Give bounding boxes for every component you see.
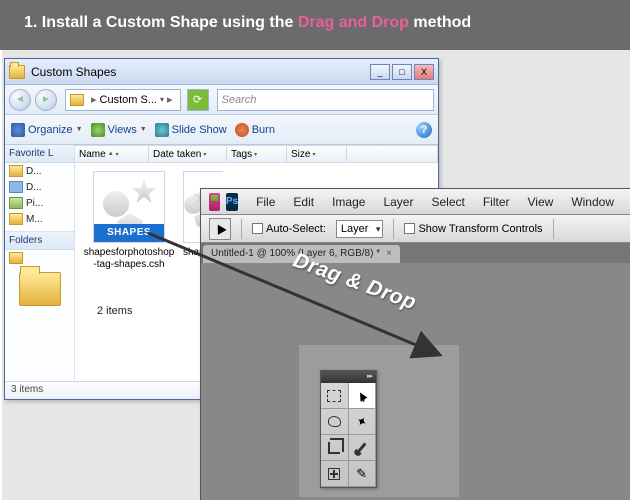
auto-select-option[interactable]: Auto-Select:: [252, 223, 326, 235]
col-spacer: [347, 146, 438, 162]
explorer-toolbar: Organize▼ Views▼ Slide Show Burn ?: [5, 115, 438, 145]
slideshow-icon: [155, 123, 169, 137]
checkbox[interactable]: [252, 223, 263, 234]
forward-button[interactable]: ►: [35, 89, 57, 111]
shapes-badge: SHAPES: [94, 224, 164, 242]
back-button[interactable]: ◄: [9, 89, 31, 111]
lasso-tool[interactable]: [321, 409, 349, 435]
col-date[interactable]: Date taken▾: [149, 146, 227, 162]
breadcrumb[interactable]: ▸ Custom S... ▾ ▸: [65, 89, 181, 111]
help-button[interactable]: ?: [416, 122, 432, 138]
auto-select-dropdown[interactable]: Layer: [336, 220, 384, 238]
brush-tool[interactable]: ✎: [349, 461, 377, 487]
explorer-sidebar: Favorite L D... D... Pi... M... Folders: [5, 145, 75, 381]
marquee-icon: [327, 390, 341, 402]
active-tool-icon[interactable]: [209, 218, 231, 240]
header-accent: Drag and Drop: [298, 14, 409, 31]
menu-window[interactable]: Window: [563, 193, 622, 211]
folders-header[interactable]: Folders: [5, 232, 74, 250]
menu-view[interactable]: View: [520, 193, 562, 211]
maximize-button[interactable]: □: [392, 64, 412, 80]
music-icon: [9, 213, 23, 225]
views-menu[interactable]: Views▼: [91, 123, 147, 137]
ps-options-bar: Auto-Select: Layer Show Transform Contro…: [201, 215, 630, 243]
eyedropper-icon: [357, 442, 367, 453]
photoshop-window: Ps File Edit Image Layer Select Filter V…: [200, 188, 630, 500]
burn-button[interactable]: Burn: [235, 123, 275, 137]
favorites-header[interactable]: Favorite L: [5, 145, 74, 163]
crop-tool[interactable]: [321, 435, 349, 461]
sidebar-item[interactable]: D...: [5, 179, 74, 195]
ps-document-tabs: Untitled-1 @ 100% (Layer 6, RGB/8) *×: [201, 243, 630, 263]
folder-icon: [9, 252, 23, 264]
close-tab-icon[interactable]: ×: [386, 248, 392, 259]
file-thumbnail: SHAPES: [93, 171, 165, 243]
tree-item[interactable]: [5, 250, 74, 266]
file-name: shapesforphotoshop-tag-shapes.csh: [83, 247, 175, 271]
tools-panel-header[interactable]: [321, 371, 376, 383]
menu-layer[interactable]: Layer: [375, 193, 421, 211]
refresh-button[interactable]: ⟳: [187, 89, 209, 111]
crop-icon: [328, 442, 340, 454]
folder-icon[interactable]: [19, 272, 61, 306]
wand-tool[interactable]: ✦: [349, 409, 377, 435]
photoshop-logo: Ps: [226, 193, 238, 211]
sidebar-item[interactable]: M...: [5, 211, 74, 227]
views-icon: [91, 123, 105, 137]
menu-file[interactable]: File: [248, 193, 283, 211]
sidebar-item[interactable]: D...: [5, 163, 74, 179]
winrar-icon: [209, 193, 220, 211]
file-item[interactable]: SHAPES shapesforphotoshop-tag-shapes.csh: [83, 171, 175, 271]
folder-icon: [9, 165, 23, 177]
menu-edit[interactable]: Edit: [285, 193, 322, 211]
header-suffix: method: [409, 14, 471, 31]
move-tool[interactable]: [349, 383, 377, 409]
marquee-tool[interactable]: [321, 383, 349, 409]
explorer-nav: ◄ ► ▸ Custom S... ▾ ▸ ⟳ Search: [5, 85, 438, 115]
pictures-icon: [9, 197, 23, 209]
col-size[interactable]: Size▾: [287, 146, 347, 162]
menu-filter[interactable]: Filter: [475, 193, 518, 211]
crumb-label: Custom S...: [100, 94, 157, 106]
minimize-button[interactable]: _: [370, 64, 390, 80]
column-headers: Name▲▾ Date taken▾ Tags▾ Size▾: [75, 145, 438, 163]
tutorial-header: 1. Install a Custom Shape using the Drag…: [0, 0, 630, 50]
wand-icon: ✦: [353, 412, 370, 431]
folder-icon: [9, 65, 25, 79]
crumb-sep: ▸: [167, 93, 173, 106]
explorer-titlebar[interactable]: Custom Shapes _ □ X: [5, 59, 438, 85]
heal-tool[interactable]: [321, 461, 349, 487]
crumb-sep: ▸: [91, 93, 97, 106]
close-button[interactable]: X: [414, 64, 434, 80]
col-name[interactable]: Name▲▾: [75, 146, 149, 162]
lasso-icon: [328, 416, 341, 427]
menu-select[interactable]: Select: [423, 193, 472, 211]
ps-tools-panel[interactable]: ✦ ✎: [320, 370, 377, 488]
folder-icon: [70, 94, 84, 106]
move-tool-icon: [213, 222, 226, 235]
heal-icon: [328, 468, 340, 480]
checkbox[interactable]: [404, 223, 415, 234]
search-input[interactable]: Search: [217, 89, 434, 111]
organize-icon: [11, 123, 25, 137]
move-icon: [356, 390, 367, 401]
sidebar-item[interactable]: Pi...: [5, 195, 74, 211]
burn-icon: [235, 123, 249, 137]
menu-image[interactable]: Image: [324, 193, 373, 211]
brush-icon: ✎: [356, 466, 367, 482]
organize-menu[interactable]: Organize▼: [11, 123, 83, 137]
eyedropper-tool[interactable]: [349, 435, 377, 461]
header-prefix: 1. Install a Custom Shape using the: [24, 14, 298, 31]
chevron-down-icon[interactable]: ▾: [160, 95, 164, 104]
col-tags[interactable]: Tags▾: [227, 146, 287, 162]
items-count: 2 items: [97, 305, 132, 317]
ps-menubar: Ps File Edit Image Layer Select Filter V…: [201, 189, 630, 215]
window-title: Custom Shapes: [31, 65, 370, 79]
slideshow-button[interactable]: Slide Show: [155, 123, 227, 137]
show-transform-option[interactable]: Show Transform Controls: [404, 223, 542, 235]
document-icon: [9, 181, 23, 193]
